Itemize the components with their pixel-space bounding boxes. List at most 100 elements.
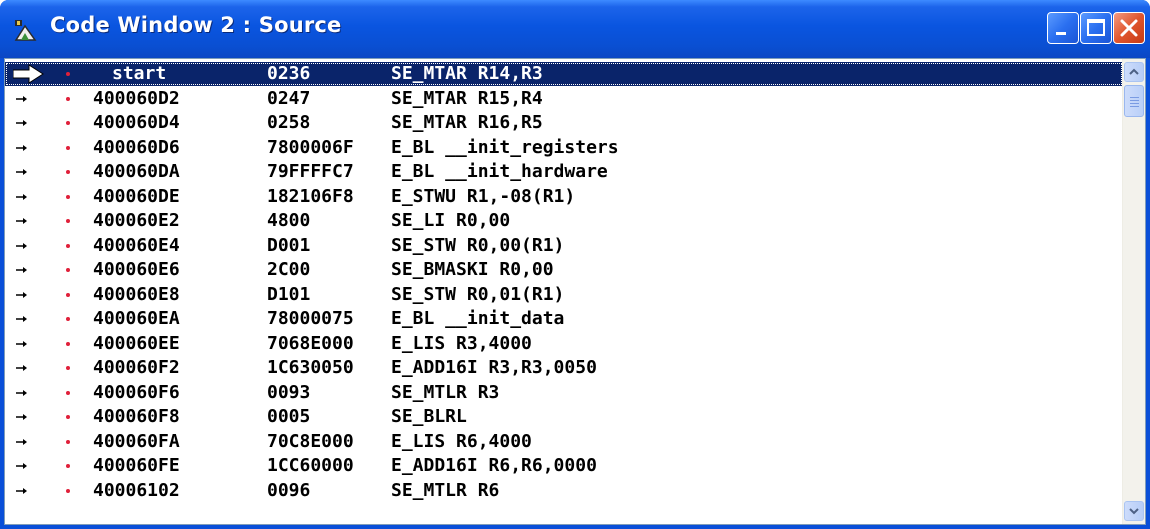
- step-arrow-icon[interactable]: [13, 185, 43, 209]
- instruction-cell: SE_MTAR R14,R3: [391, 63, 543, 84]
- breakpoint-marker-icon[interactable]: [63, 430, 73, 454]
- breakpoint-marker-icon[interactable]: [63, 136, 73, 160]
- step-arrow-icon[interactable]: [13, 258, 43, 282]
- address-cell: 400060E8: [93, 284, 180, 305]
- breakpoint-marker-icon[interactable]: [63, 381, 73, 405]
- breakpoint-marker-icon[interactable]: [63, 185, 73, 209]
- breakpoint-marker-icon[interactable]: [63, 283, 73, 307]
- instruction-cell: SE_STW R0,00(R1): [391, 235, 565, 256]
- minimize-button[interactable]: [1047, 12, 1079, 44]
- close-button[interactable]: [1113, 12, 1145, 44]
- opcode-cell: 1CC60000: [267, 455, 354, 476]
- step-arrow-icon[interactable]: [13, 454, 43, 478]
- opcode-cell: D101: [267, 284, 311, 305]
- address-cell: 40006102: [93, 480, 180, 501]
- maximize-button[interactable]: [1080, 12, 1112, 44]
- step-arrow-icon[interactable]: [13, 160, 43, 184]
- breakpoint-marker-icon[interactable]: [63, 332, 73, 356]
- instruction-cell: SE_MTAR R16,R5: [391, 112, 543, 133]
- vertical-scrollbar[interactable]: [1122, 59, 1145, 524]
- breakpoint-marker-icon[interactable]: [63, 160, 73, 184]
- instruction-cell: E_LIS R3,4000: [391, 333, 532, 354]
- scroll-thumb[interactable]: [1124, 85, 1144, 117]
- opcode-cell: 0093: [267, 382, 311, 403]
- scroll-up-button[interactable]: [1124, 62, 1144, 82]
- listing-row[interactable]: 400060F8 0005 SE_BLRL: [5, 405, 1123, 429]
- breakpoint-marker-icon[interactable]: [63, 307, 73, 331]
- listing-row[interactable]: 400060FE 1CC60000 E_ADD16I R6,R6,0000: [5, 454, 1123, 478]
- listing-row[interactable]: 400060EA 78000075 E_BL __init_data: [5, 307, 1123, 331]
- address-cell: 400060FA: [93, 431, 180, 452]
- instruction-cell: SE_BLRL: [391, 406, 467, 427]
- listing-row[interactable]: 400060EE 7068E000 E_LIS R3,4000: [5, 332, 1123, 356]
- opcode-cell: 7068E000: [267, 333, 354, 354]
- opcode-cell: D001: [267, 235, 311, 256]
- step-arrow-icon[interactable]: [13, 307, 43, 331]
- breakpoint-marker-icon[interactable]: [63, 356, 73, 380]
- opcode-cell: 0096: [267, 480, 311, 501]
- step-arrow-icon[interactable]: [13, 209, 43, 233]
- step-arrow-icon[interactable]: [13, 479, 43, 503]
- breakpoint-marker-icon[interactable]: [63, 234, 73, 258]
- step-arrow-icon[interactable]: [13, 356, 43, 380]
- breakpoint-marker-icon[interactable]: [63, 111, 73, 135]
- listing-row[interactable]: start 0236 SE_MTAR R14,R3: [5, 62, 1123, 86]
- breakpoint-marker-icon[interactable]: [63, 209, 73, 233]
- instruction-cell: SE_LI R0,00: [391, 210, 511, 231]
- address-cell: 400060F8: [93, 406, 180, 427]
- step-arrow-icon[interactable]: [13, 381, 43, 405]
- listing-row[interactable]: 400060D2 0247 SE_MTAR R15,R4: [5, 87, 1123, 111]
- listing-row[interactable]: 400060D4 0258 SE_MTAR R16,R5: [5, 111, 1123, 135]
- address-cell: 400060F6: [93, 382, 180, 403]
- listing-row[interactable]: 400060E8 D101 SE_STW R0,01(R1): [5, 283, 1123, 307]
- breakpoint-marker-icon[interactable]: [63, 62, 73, 86]
- breakpoint-marker-icon[interactable]: [63, 258, 73, 282]
- step-arrow-icon[interactable]: [13, 332, 43, 356]
- step-arrow-icon[interactable]: [13, 234, 43, 258]
- listing-row[interactable]: 400060FA 70C8E000 E_LIS R6,4000: [5, 430, 1123, 454]
- address-cell: 400060FE: [93, 455, 180, 476]
- step-arrow-icon[interactable]: [13, 111, 43, 135]
- breakpoint-marker-icon[interactable]: [63, 479, 73, 503]
- address-cell: 400060E6: [93, 259, 180, 280]
- address-cell: start: [112, 63, 167, 84]
- opcode-cell: 78000075: [267, 308, 354, 329]
- instruction-cell: SE_BMASKI R0,00: [391, 259, 554, 280]
- step-arrow-icon[interactable]: [13, 430, 43, 454]
- listing-row[interactable]: 400060F2 1C630050 E_ADD16I R3,R3,0050: [5, 356, 1123, 380]
- opcode-cell: 182106F8: [267, 186, 354, 207]
- opcode-cell: 0258: [267, 112, 311, 133]
- step-arrow-icon[interactable]: [13, 136, 43, 160]
- address-cell: 400060D6: [93, 137, 180, 158]
- listing-row[interactable]: 400060F6 0093 SE_MTLR R3: [5, 381, 1123, 405]
- disassembly-listing[interactable]: start 0236 SE_MTAR R14,R3 400060D2 0247 SE_MT…: [5, 59, 1123, 524]
- title-bar[interactable]: Code Window 2 : Source: [0, 0, 1150, 58]
- listing-row[interactable]: 400060E4 D001 SE_STW R0,00(R1): [5, 234, 1123, 258]
- instruction-cell: E_ADD16I R6,R6,0000: [391, 455, 597, 476]
- breakpoint-marker-icon[interactable]: [63, 87, 73, 111]
- listing-row[interactable]: 400060E2 4800 SE_LI R0,00: [5, 209, 1123, 233]
- maximize-icon: [1087, 19, 1105, 36]
- step-arrow-icon[interactable]: [13, 405, 43, 429]
- opcode-cell: 2C00: [267, 259, 311, 280]
- instruction-cell: E_ADD16I R3,R3,0050: [391, 357, 597, 378]
- breakpoint-marker-icon[interactable]: [63, 405, 73, 429]
- address-cell: 400060DE: [93, 186, 180, 207]
- address-cell: 400060EE: [93, 333, 180, 354]
- scroll-down-arrow-icon: [1129, 508, 1139, 515]
- address-cell: 400060EA: [93, 308, 180, 329]
- listing-row[interactable]: 400060D6 7800006F E_BL __init_registers: [5, 136, 1123, 160]
- scroll-down-button[interactable]: [1124, 501, 1144, 521]
- step-arrow-icon[interactable]: [13, 87, 43, 111]
- instruction-cell: E_LIS R6,4000: [391, 431, 532, 452]
- breakpoint-marker-icon[interactable]: [63, 454, 73, 478]
- listing-row[interactable]: 400060DA 79FFFFC7 E_BL __init_hardware: [5, 160, 1123, 184]
- listing-row[interactable]: 40006102 0096 SE_MTLR R6: [5, 479, 1123, 503]
- scroll-up-arrow-icon: [1129, 68, 1139, 75]
- step-arrow-icon[interactable]: [13, 283, 43, 307]
- instruction-cell: E_BL __init_hardware: [391, 161, 608, 182]
- listing-row[interactable]: 400060E6 2C00 SE_BMASKI R0,00: [5, 258, 1123, 282]
- opcode-cell: 4800: [267, 210, 311, 231]
- listing-row[interactable]: 400060DE 182106F8 E_STWU R1,-08(R1): [5, 185, 1123, 209]
- instruction-cell: SE_MTLR R3: [391, 382, 500, 403]
